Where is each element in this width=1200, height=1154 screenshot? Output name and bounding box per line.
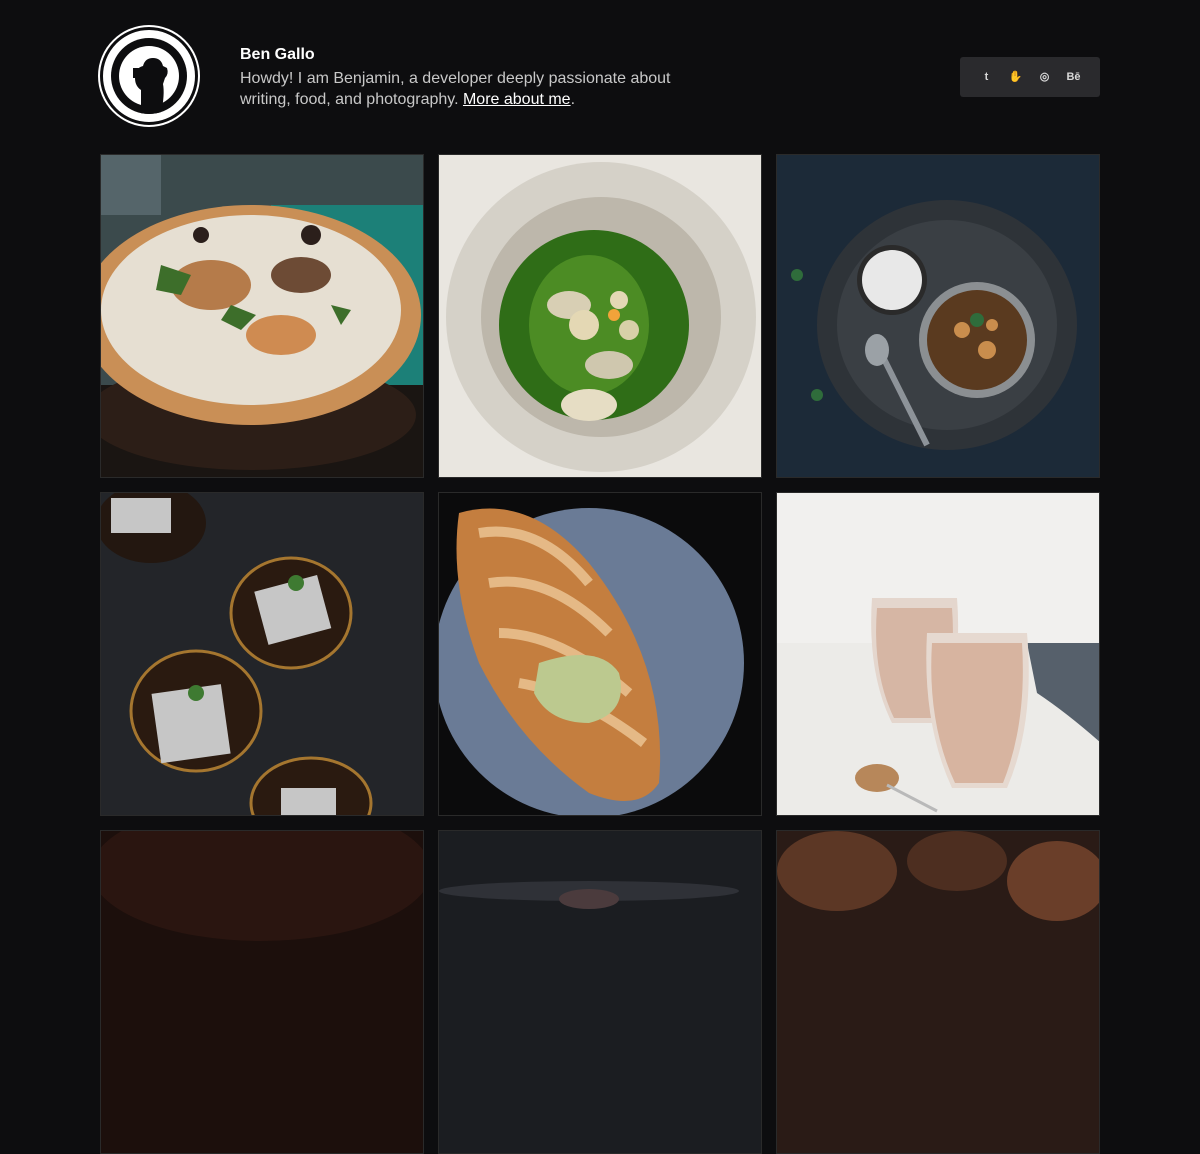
tumblr-icon[interactable]: t — [977, 57, 997, 97]
photo-curry-platter[interactable] — [776, 154, 1100, 478]
photo-croissant[interactable] — [438, 492, 762, 816]
instagram-icon[interactable]: ◎ — [1035, 57, 1055, 97]
description-text: Howdy! I am Benjamin, a developer deeply… — [240, 70, 671, 108]
profile-name: Ben Gallo — [240, 46, 315, 63]
social-links: t ✋ ◎ Bē — [960, 57, 1100, 97]
photo-dark-dish-2[interactable] — [438, 830, 762, 1154]
behance-icon[interactable]: Bē — [1064, 57, 1084, 97]
hand-icon[interactable]: ✋ — [1006, 57, 1026, 97]
profile-description: Howdy! I am Benjamin, a developer deeply… — [240, 68, 710, 110]
avatar[interactable] — [100, 27, 198, 125]
photo-dark-dish-1[interactable] — [100, 830, 424, 1154]
profile-header: Ben Gallo Howdy! I am Benjamin, a develo… — [100, 27, 1100, 127]
photo-brownies[interactable] — [100, 492, 424, 816]
photo-smoothies[interactable] — [776, 492, 1100, 816]
photo-pizza[interactable] — [100, 154, 424, 478]
description-end: . — [570, 91, 576, 108]
photographer-silhouette-icon — [111, 38, 187, 114]
bio: Ben Gallo Howdy! I am Benjamin, a develo… — [240, 45, 710, 110]
photo-green-bowl[interactable] — [438, 154, 762, 478]
more-about-me-link[interactable]: More about me — [463, 91, 571, 108]
photo-dark-dish-3[interactable] — [776, 830, 1100, 1154]
